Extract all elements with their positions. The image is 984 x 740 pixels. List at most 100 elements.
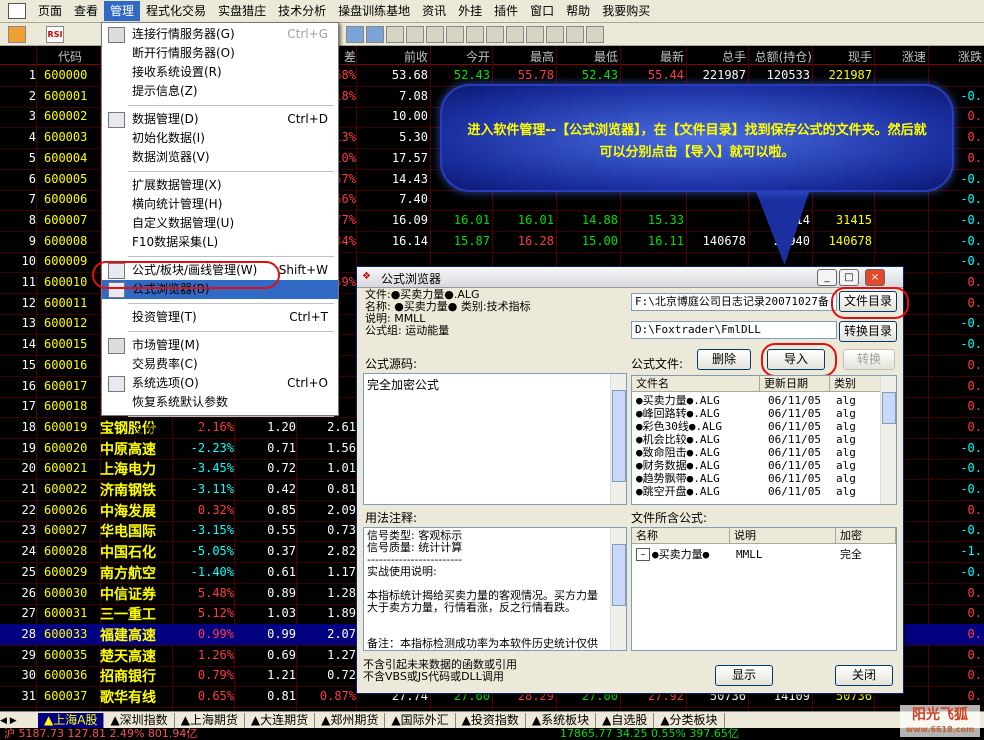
file-row[interactable]: ●买卖力量●.ALG 06/11/05 alg [632,394,882,407]
tab-6[interactable]: ▲投资指数 [456,713,526,728]
menu-item-0[interactable]: 连接行情服务器(G) Ctrl+G [102,25,338,44]
minimize-button[interactable]: _ [817,269,837,286]
contains-list[interactable]: 名称 说明 加密 ~ ●买卖力量● MMLL 完全 [631,527,897,651]
col-name[interactable]: 名称 [632,528,730,544]
close-button[interactable]: 关闭 [835,665,893,686]
file-row[interactable]: ●跳空开盘●.ALG 06/11/05 alg [632,485,882,498]
menu-10[interactable]: 窗口 [524,1,560,21]
usage-scrollbar[interactable] [610,528,626,650]
tab-1[interactable]: ▲深圳指数 [104,713,175,728]
source-textbox[interactable]: 完全加密公式 [363,373,627,505]
menu-item-11[interactable]: 自定义数据管理(U) [102,214,338,233]
menu-item-22[interactable]: 恢复系统默认参数 [102,393,338,412]
usage-textbox[interactable]: 信号类型: 客观标示 信号质量: 统计计算 --------------------… [363,527,627,651]
menu-item-21[interactable]: 系统选项(O) Ctrl+O [102,374,338,393]
tab-2[interactable]: ▲上海期货 [175,713,245,728]
file-directory-field[interactable]: F:\北京博庭公司日志记录20071027备 [631,293,837,311]
open-icon[interactable] [8,26,26,43]
col-header-10[interactable]: 涨速 [876,48,926,65]
col-header-8[interactable]: 总额(持仓) [750,48,812,65]
col-header-9[interactable]: 现手 [814,48,872,65]
file-row[interactable]: ●趋势飘带●.ALG 06/11/05 alg [632,472,882,485]
layout-icon[interactable] [346,26,364,43]
menu-item-1[interactable]: 断开行情服务器(O) [102,44,338,63]
convert-button[interactable]: 转换 [843,349,895,370]
tab-scroll-arrows[interactable]: ◀ ▶ [0,716,38,726]
col-encrypt[interactable]: 加密 [836,528,896,544]
menu-item-20[interactable]: 交易费率(C) [102,355,338,374]
col-header-6[interactable]: 最新 [622,48,684,65]
menu-item-3[interactable]: 提示信息(Z) [102,82,338,101]
tab-5[interactable]: ▲国际外汇 [385,713,456,728]
menu-6[interactable]: 操盘训练基地 [332,1,416,21]
col-header-3[interactable]: 今开 [432,48,490,65]
grid-icon[interactable] [406,26,424,43]
f10-icon[interactable] [506,26,524,43]
col-filename[interactable]: 文件名 [632,376,760,392]
layout-2-icon[interactable] [366,26,384,43]
menu-item-17[interactable]: 投资管理(T) Ctrl+T [102,308,338,327]
help-icon[interactable] [586,26,604,43]
show-button[interactable]: 显示 [715,665,773,686]
file-row[interactable]: ●机会比较●.ALG 06/11/05 alg [632,433,882,446]
menu-12[interactable]: 我要购买 [596,1,656,21]
kline-icon[interactable] [466,26,484,43]
menu-item-10[interactable]: 横向统计管理(H) [102,195,338,214]
menu-item-5[interactable]: 数据管理(D) Ctrl+D [102,110,338,129]
table-icon[interactable] [446,26,464,43]
tab-4[interactable]: ▲郑州期货 [315,713,386,728]
chart-icon[interactable] [386,26,404,43]
convert-directory-field[interactable]: D:\Foxtrader\FmlDLL [631,321,837,339]
menu-3[interactable]: 程式化交易 [140,1,212,21]
col-header-0[interactable]: 代码 [40,48,100,65]
col-header-5[interactable]: 最低 [558,48,618,65]
tab-0[interactable]: ▲上海A股 [38,713,105,728]
tab-9[interactable]: ▲分类板块 [654,713,725,728]
menu-4[interactable]: 实盘猎庄 [212,1,272,21]
tick-icon[interactable] [486,26,504,43]
source-scrollbar[interactable] [610,374,626,504]
col-header-7[interactable]: 总手 [688,48,746,65]
contains-row[interactable]: ~ ●买卖力量● MMLL 完全 [632,548,896,561]
tab-7[interactable]: ▲系统板块 [526,713,597,728]
menu-0[interactable]: 页面 [32,1,68,21]
convert-directory-button[interactable]: 转换目录 [839,321,897,342]
menu-item-7[interactable]: 数据浏览器(V) [102,148,338,167]
menu-5[interactable]: 技术分析 [272,1,332,21]
menu-1[interactable]: 查看 [68,1,104,21]
tab-8[interactable]: ▲自选股 [596,713,655,728]
rsi-icon[interactable]: RSI [46,26,64,43]
maximize-button[interactable]: □ [839,269,859,286]
col-header-4[interactable]: 最高 [494,48,554,65]
menu-11[interactable]: 帮助 [560,1,596,21]
file-row[interactable]: ●彩色30线●.ALG 06/11/05 alg [632,420,882,433]
delete-button[interactable]: 删除 [697,349,751,370]
menu-item-6[interactable]: 初始化数据(I) [102,129,338,148]
list-icon[interactable] [426,26,444,43]
menu-7[interactable]: 资讯 [416,1,452,21]
close-window-button[interactable]: × [865,269,885,286]
col-type[interactable]: 类别 [830,376,882,392]
col-desc[interactable]: 说明 [730,528,836,544]
col-header-2[interactable]: 前收 [370,48,428,65]
news-icon[interactable] [526,26,544,43]
menu-item-9[interactable]: 扩展数据管理(X) [102,176,338,195]
file-row[interactable]: ●峰回路转●.ALG 06/11/05 alg [632,407,882,420]
menu-2[interactable]: 管理 [104,1,141,21]
file-row[interactable]: ●财务数据●.ALG 06/11/05 alg [632,459,882,472]
col-header-11[interactable]: 涨跌 [930,48,982,65]
menu-item-12[interactable]: F10数据采集(L) [102,233,338,252]
file-list-scrollbar[interactable] [880,376,896,504]
app-icon[interactable] [8,3,26,19]
menu-item-24[interactable]: 设置启动密码(P) [102,421,338,440]
dialog-titlebar[interactable]: ❖ 公式浏览器 _ □ × [357,267,903,288]
menu-item-19[interactable]: 市场管理(M) [102,336,338,355]
print-icon[interactable] [566,26,584,43]
tab-3[interactable]: ▲大连期货 [245,713,316,728]
file-row[interactable]: ●致命阻击●.ALG 06/11/05 alg [632,446,882,459]
file-list[interactable]: 文件名 更新日期 类别 ●买卖力量●.ALG 06/11/05 alg ●峰回路转●.… [631,375,897,505]
alert-icon[interactable] [546,26,564,43]
col-date[interactable]: 更新日期 [760,376,830,392]
menu-item-2[interactable]: 接收系统设置(R) [102,63,338,82]
menu-8[interactable]: 外挂 [452,1,488,21]
